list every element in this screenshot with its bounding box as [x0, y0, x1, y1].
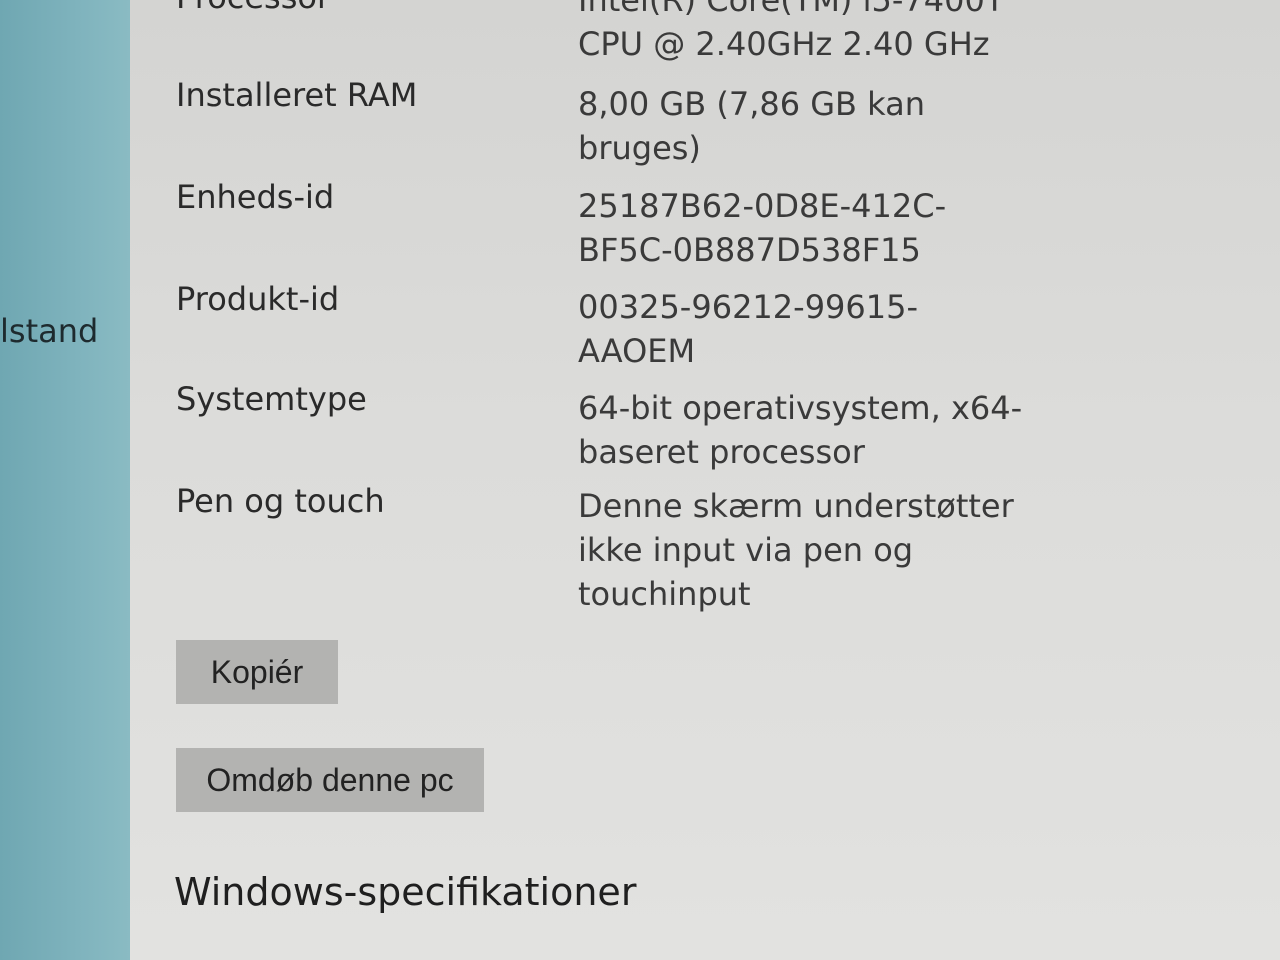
processor-value-line: Intel(R) Core(TM) i5-7400T	[578, 0, 1005, 19]
processor-label: Processor	[176, 0, 330, 16]
system-type-label: Systemtype	[176, 380, 367, 418]
pen-touch-value-line: Denne skærm understøtter	[578, 487, 1014, 525]
system-type-value: 64-bit operativsystem, x64- baseret proc…	[578, 386, 1023, 474]
system-type-value-line: 64-bit operativsystem, x64-	[578, 389, 1023, 427]
product-id-label: Produkt-id	[176, 280, 340, 318]
processor-value: Intel(R) Core(TM) i5-7400T CPU @ 2.40GHz…	[578, 0, 1005, 66]
device-id-value: 25187B62-0D8E-412C- BF5C-0B887D538F15	[578, 184, 998, 272]
pen-touch-value-line: ikke input via pen og	[578, 531, 914, 569]
product-id-value-line: 00325-96212-99615-	[578, 288, 919, 326]
processor-value-line: CPU @ 2.40GHz 2.40 GHz	[578, 25, 990, 63]
pen-touch-label: Pen og touch	[176, 482, 385, 520]
rename-pc-button[interactable]: Omdøb denne pc	[176, 748, 484, 812]
device-id-value-line: BF5C-0B887D538F15	[578, 231, 921, 269]
ram-label: Installeret RAM	[176, 76, 418, 114]
pen-touch-value: Denne skærm understøtter ikke input via …	[578, 484, 1014, 616]
ram-value-line: bruges)	[578, 129, 701, 167]
product-id-value: 00325-96212-99615- AAOEM	[578, 285, 998, 373]
product-id-value-line: AAOEM	[578, 332, 696, 370]
sidebar-item-tilstand[interactable]: lstand	[0, 312, 98, 350]
windows-specifications-heading: Windows-specifikationer	[174, 870, 637, 914]
pen-touch-value-line: touchinput	[578, 575, 751, 613]
settings-sidebar: lstand	[0, 0, 130, 960]
ram-value-line: 8,00 GB (7,86 GB kan	[578, 85, 926, 123]
copy-button[interactable]: Kopiér	[176, 640, 338, 704]
device-id-value-line: 25187B62-0D8E-412C-	[578, 187, 947, 225]
device-id-label: Enheds-id	[176, 178, 335, 216]
ram-value: 8,00 GB (7,86 GB kan bruges)	[578, 82, 998, 170]
system-type-value-line: baseret processor	[578, 433, 865, 471]
device-specifications-panel: Processor Intel(R) Core(TM) i5-7400T CPU…	[130, 0, 1280, 960]
